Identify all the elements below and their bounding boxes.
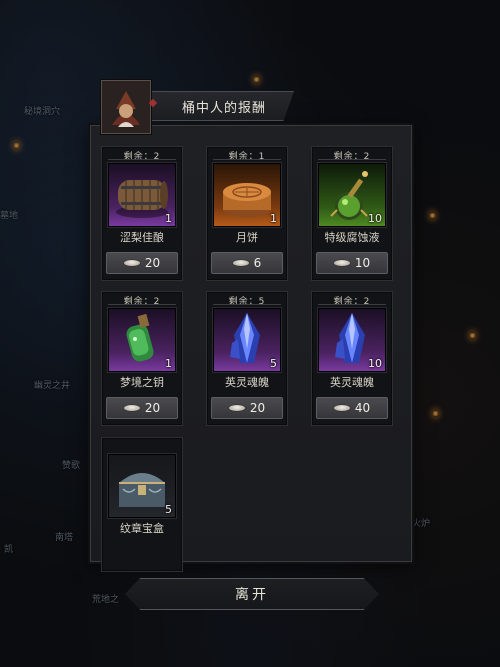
buy-button[interactable]: 6 bbox=[211, 252, 283, 274]
remaining-count: 剩余：2 bbox=[333, 152, 371, 162]
buy-button[interactable]: 20 bbox=[106, 397, 178, 419]
item-name: 特级腐蚀液 bbox=[324, 231, 380, 244]
item-name: 纹章宝盒 bbox=[120, 522, 164, 535]
silver-coin-icon bbox=[228, 405, 245, 411]
item-name: 英灵魂魄 bbox=[330, 376, 374, 389]
price-value: 6 bbox=[253, 256, 262, 270]
remaining-count: 剩余：2 bbox=[123, 297, 161, 307]
item-quantity: 1 bbox=[165, 357, 172, 370]
reward-item-card[interactable]: 剩余：5 5 英灵魂魄 20 bbox=[206, 291, 288, 426]
remaining-count: 剩余：2 bbox=[123, 152, 161, 162]
remaining-count: 剩余：1 bbox=[228, 152, 266, 162]
item-quantity: 5 bbox=[165, 503, 172, 516]
divider bbox=[213, 159, 281, 160]
dialog-title: 桶中人的报酬 bbox=[182, 100, 267, 116]
item-name: 英灵魂魄 bbox=[225, 376, 269, 389]
leave-button[interactable]: 离开 bbox=[125, 578, 379, 610]
npc-portrait bbox=[101, 80, 151, 134]
price-value: 20 bbox=[249, 401, 266, 415]
item-quantity: 1 bbox=[270, 212, 277, 225]
reward-item-card[interactable]: 剩余：2 1 涩梨佳酿 20 bbox=[101, 146, 183, 281]
silver-coin-icon bbox=[123, 260, 140, 266]
remaining-count: 剩余：2 bbox=[333, 297, 371, 307]
item-thumbnail[interactable]: 5 bbox=[213, 308, 281, 372]
price-value: 40 bbox=[354, 401, 371, 415]
price-value: 20 bbox=[144, 256, 161, 270]
item-quantity: 1 bbox=[165, 212, 172, 225]
npc-avatar-icon bbox=[102, 81, 150, 133]
reward-item-card[interactable]: 剩余：1 1 月饼 6 bbox=[206, 146, 288, 281]
divider bbox=[318, 304, 386, 305]
divider bbox=[318, 159, 386, 160]
leave-button-label: 离开 bbox=[235, 587, 269, 603]
price-value: 10 bbox=[354, 256, 371, 270]
reward-item-card[interactable]: 剩余：2 1 梦境之钥 20 bbox=[101, 291, 183, 426]
item-thumbnail[interactable]: 10 bbox=[318, 308, 386, 372]
item-thumbnail[interactable]: 10 bbox=[318, 163, 386, 227]
item-name: 梦境之钥 bbox=[120, 376, 164, 389]
buy-button[interactable]: 40 bbox=[316, 397, 388, 419]
silver-coin-icon bbox=[333, 260, 350, 266]
item-quantity: 10 bbox=[368, 212, 382, 225]
item-quantity: 10 bbox=[368, 357, 382, 370]
price-value: 20 bbox=[144, 401, 161, 415]
item-quantity: 5 bbox=[270, 357, 277, 370]
buy-button[interactable]: 20 bbox=[211, 397, 283, 419]
item-name: 月饼 bbox=[236, 231, 258, 244]
reward-item-card[interactable]: 剩余：2 10 英灵魂魄 40 bbox=[311, 291, 393, 426]
silver-coin-icon bbox=[123, 405, 140, 411]
item-thumbnail[interactable]: 1 bbox=[108, 308, 176, 372]
remaining-count: 剩余：5 bbox=[228, 297, 266, 307]
leave-button-frame: 离开 bbox=[125, 578, 379, 610]
reward-item-card[interactable]: 5 纹章宝盒 bbox=[101, 437, 183, 572]
buy-button[interactable]: 10 bbox=[316, 252, 388, 274]
divider bbox=[108, 304, 176, 305]
divider bbox=[108, 159, 176, 160]
item-name: 涩梨佳酿 bbox=[120, 231, 164, 244]
reward-item-card[interactable]: 剩余：2 10 特级腐蚀液 10 bbox=[311, 146, 393, 281]
item-thumbnail[interactable]: 5 bbox=[108, 454, 176, 518]
divider bbox=[213, 304, 281, 305]
silver-coin-icon bbox=[232, 260, 249, 266]
game-screen: 秘境洞穴 墓地 幽灵之井 赞歌 南塔 凯 火炉 荒地之 桶中人的报酬 剩余：2 1… bbox=[0, 0, 500, 667]
item-thumbnail[interactable]: 1 bbox=[108, 163, 176, 227]
buy-button[interactable]: 20 bbox=[106, 252, 178, 274]
item-thumbnail[interactable]: 1 bbox=[213, 163, 281, 227]
silver-coin-icon bbox=[333, 405, 350, 411]
